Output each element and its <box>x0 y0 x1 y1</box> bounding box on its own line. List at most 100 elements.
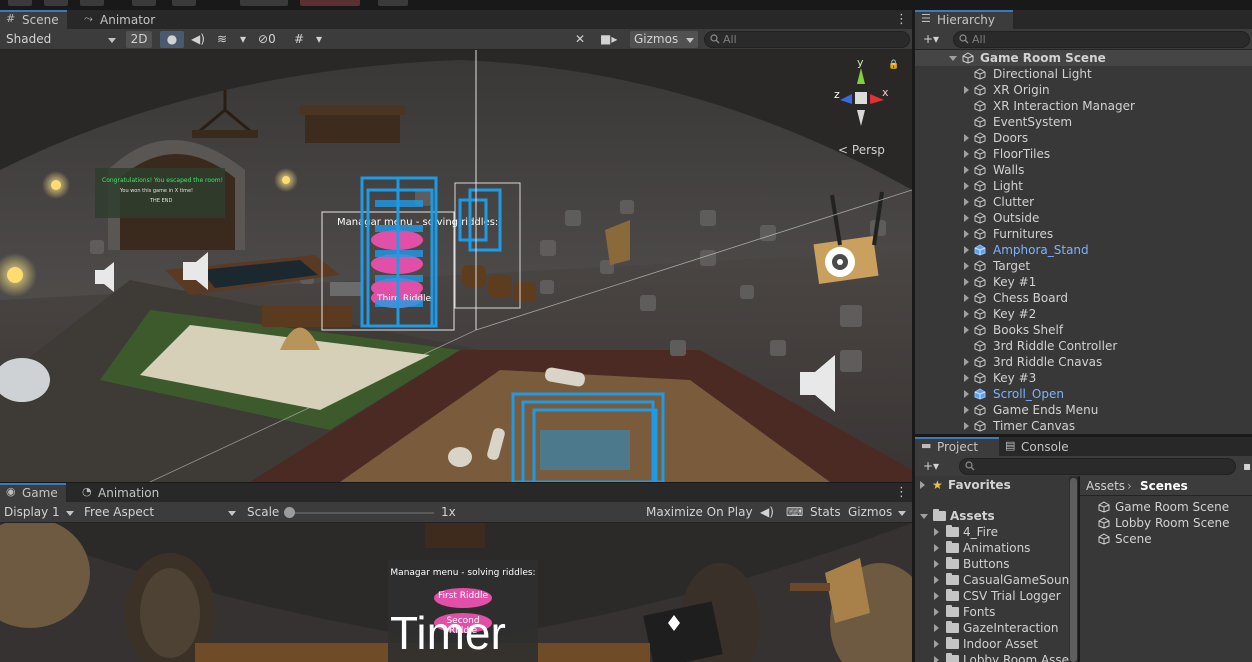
chevron-right-icon[interactable] <box>934 544 939 552</box>
chevron-right-icon[interactable] <box>934 576 939 584</box>
hierarchy-item[interactable]: Key #3 <box>915 370 1252 386</box>
chevron-right-icon[interactable] <box>964 422 969 430</box>
chevron-right-icon[interactable] <box>964 406 969 414</box>
hierarchy-item[interactable]: Light <box>915 178 1252 194</box>
gizmos-dropdown[interactable]: Gizmos <box>630 31 698 48</box>
chevron-right-icon[interactable] <box>964 326 969 334</box>
chevron-right-icon[interactable] <box>964 294 969 302</box>
favorites-row[interactable]: ★ Favorites <box>915 477 1075 493</box>
aspect-dropdown[interactable]: Free Aspect <box>80 504 240 521</box>
project-search-input[interactable] <box>959 458 1236 475</box>
scene-search-input[interactable]: All <box>704 31 910 48</box>
breadcrumb-scenes[interactable]: Scenes <box>1140 479 1188 493</box>
chevron-right-icon[interactable] <box>964 214 969 222</box>
rotate-tool-button[interactable] <box>80 0 104 6</box>
tab-animator[interactable]: ⤳ Animator <box>78 10 163 30</box>
pivot-toggle[interactable] <box>240 0 288 6</box>
game-more-icon[interactable]: ⋮ <box>895 485 908 501</box>
scene-file-item[interactable]: Lobby Room Scene <box>1080 515 1252 531</box>
chevron-right-icon[interactable] <box>964 86 969 94</box>
game-viewport[interactable]: Managar menu - solving riddles: First Ri… <box>0 523 912 662</box>
grid-toggle[interactable]: # <box>288 31 310 48</box>
scrollbar-thumb[interactable] <box>1070 478 1077 662</box>
orientation-gizmo[interactable]: y x z <box>826 56 896 138</box>
hierarchy-item[interactable]: Clutter <box>915 194 1252 210</box>
hierarchy-item[interactable]: 3rd Riddle Cnavas <box>915 354 1252 370</box>
create-object-button[interactable]: +▾ <box>919 31 947 48</box>
hierarchy-item[interactable]: Outside <box>915 210 1252 226</box>
chevron-right-icon[interactable] <box>934 640 939 648</box>
chevron-right-icon[interactable] <box>934 656 939 662</box>
assets-root-row[interactable]: Assets <box>915 508 1075 524</box>
hierarchy-item[interactable]: Target <box>915 258 1252 274</box>
scene-viewport[interactable]: Congratulations! You escaped the room! Y… <box>0 50 912 482</box>
rect-tool-button[interactable] <box>132 0 156 6</box>
chevron-right-icon[interactable] <box>964 198 969 206</box>
chevron-right-icon[interactable] <box>964 246 969 254</box>
asset-folder-row[interactable]: 4_Fire <box>915 524 1075 540</box>
chevron-right-icon[interactable] <box>920 481 925 489</box>
shading-mode-dropdown[interactable]: Shaded <box>2 31 120 48</box>
hierarchy-item[interactable]: Key #2 <box>915 306 1252 322</box>
scene-file-item[interactable]: Game Room Scene <box>1080 499 1252 515</box>
chevron-right-icon[interactable] <box>964 262 969 270</box>
hierarchy-search-input[interactable]: All <box>953 31 1250 48</box>
effects-toggle[interactable]: ≋ <box>210 31 234 48</box>
chevron-right-icon[interactable] <box>934 624 939 632</box>
mute-audio-toggle[interactable]: ◀) <box>756 504 778 521</box>
hierarchy-item[interactable]: Directional Light <box>915 66 1252 82</box>
scene-more-icon[interactable]: ⋮ <box>895 12 908 28</box>
scale-slider-handle[interactable] <box>284 507 295 518</box>
effects-dropdown[interactable]: ▾ <box>234 31 252 48</box>
chevron-right-icon[interactable] <box>964 134 969 142</box>
chevron-down-icon[interactable] <box>920 514 928 519</box>
tab-console[interactable]: ▤ Console <box>999 437 1077 457</box>
move-tool-button[interactable] <box>44 0 68 6</box>
hierarchy-item[interactable]: Chess Board <box>915 290 1252 306</box>
filter-icon[interactable]: ▪ <box>1239 458 1251 475</box>
hidden-objects-toggle[interactable]: ⊘0 <box>254 31 286 48</box>
transform-tool-button[interactable] <box>172 0 196 6</box>
asset-folder-row[interactable]: CasualGameSounds <box>915 572 1077 588</box>
chevron-down-icon[interactable] <box>949 56 957 61</box>
scene-file-item[interactable]: Scene <box>1080 531 1252 547</box>
asset-folder-row[interactable]: Lobby Room Asset <box>915 652 1075 662</box>
lighting-toggle[interactable]: ● <box>160 31 184 48</box>
tab-animation[interactable]: ◔ Animation <box>76 483 167 503</box>
asset-folder-row[interactable]: CSV Trial Logger <box>915 588 1075 604</box>
hierarchy-item[interactable]: Amphora_Stand <box>915 242 1252 258</box>
hierarchy-item[interactable]: Timer Canvas <box>915 418 1252 434</box>
hierarchy-item[interactable]: Walls <box>915 162 1252 178</box>
toggle-2d-button[interactable]: 2D <box>126 31 152 48</box>
hierarchy-item[interactable]: FloorTiles <box>915 146 1252 162</box>
hierarchy-item[interactable]: Doors <box>915 130 1252 146</box>
chevron-right-icon[interactable] <box>964 230 969 238</box>
hierarchy-item[interactable]: XR Interaction Manager <box>915 98 1252 114</box>
chevron-right-icon[interactable] <box>934 592 939 600</box>
keyboard-shortcuts-toggle[interactable]: ⌨ <box>782 504 804 521</box>
project-scrollbar[interactable] <box>1069 476 1078 662</box>
asset-folder-row[interactable]: Indoor Asset <box>915 636 1075 652</box>
step-button[interactable] <box>378 0 408 6</box>
tab-scene[interactable]: # Scene <box>0 10 67 30</box>
asset-folder-row[interactable]: GazeInteraction <box>915 620 1075 636</box>
breadcrumb-assets[interactable]: Assets <box>1086 479 1125 493</box>
asset-folder-row[interactable]: Animations <box>915 540 1075 556</box>
hierarchy-item[interactable]: Furnitures <box>915 226 1252 242</box>
first-riddle-button[interactable]: First Riddle <box>434 591 492 601</box>
hierarchy-item[interactable]: EventSystem <box>915 114 1252 130</box>
grid-dropdown[interactable]: ▾ <box>310 31 328 48</box>
create-asset-button[interactable]: +▾ <box>919 458 947 475</box>
scene-root-row[interactable]: Game Room Scene <box>915 50 1252 66</box>
chevron-right-icon[interactable] <box>964 358 969 366</box>
hierarchy-item[interactable]: Game Ends Menu <box>915 402 1252 418</box>
chevron-right-icon[interactable] <box>964 310 969 318</box>
hierarchy-item[interactable]: Books Shelf <box>915 322 1252 338</box>
chevron-right-icon[interactable] <box>964 182 969 190</box>
chevron-right-icon[interactable] <box>964 278 969 286</box>
tab-game[interactable]: ◉ Game <box>0 483 66 503</box>
display-dropdown[interactable]: Display 1 <box>0 504 78 521</box>
asset-folder-row[interactable]: Buttons <box>915 556 1075 572</box>
scale-slider-track[interactable] <box>288 512 434 514</box>
chevron-right-icon[interactable] <box>964 166 969 174</box>
